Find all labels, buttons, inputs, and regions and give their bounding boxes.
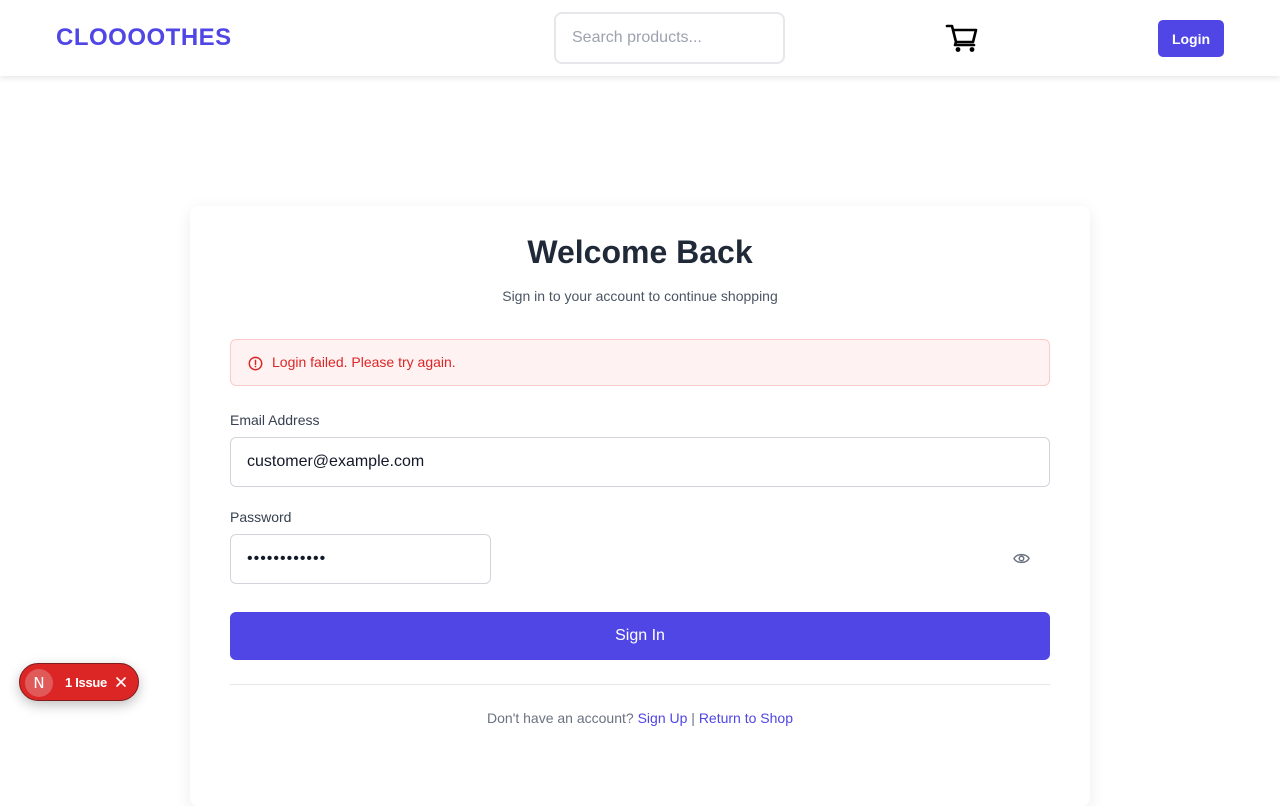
nextjs-logo-icon: N [25,669,53,697]
brand-logo[interactable]: CLOOOOTHES [56,24,232,52]
return-to-shop-link[interactable]: Return to Shop [699,710,793,726]
close-icon[interactable] [114,675,128,689]
eye-icon[interactable] [1013,551,1030,566]
error-alert: Login failed. Please try again. [230,339,1050,386]
link-separator: | [691,710,695,726]
page-title: Welcome Back [527,234,753,270]
alert-circle-icon [248,356,263,371]
email-field[interactable] [230,437,1050,487]
search-input[interactable] [554,12,785,64]
cart-icon[interactable] [945,22,979,54]
sign-in-button[interactable]: Sign In [230,612,1050,660]
sign-up-link[interactable]: Sign Up [638,710,688,726]
signup-prompt-text: Don't have an account? [487,710,634,726]
navbar: CLOOOOTHES Login [0,0,1280,76]
password-field[interactable] [230,534,491,584]
issues-count[interactable]: 1 Issue [65,675,107,690]
signup-prompt: Don't have an account? Sign Up | Return … [0,710,1280,726]
email-label: Email Address [230,412,320,428]
page-subtitle: Sign in to your account to continue shop… [502,288,778,304]
issues-badge[interactable]: N 1 Issue [19,663,139,701]
password-label: Password [230,509,292,525]
divider [230,684,1050,685]
login-button[interactable]: Login [1158,20,1224,57]
error-message: Login failed. Please try again. [272,354,456,370]
